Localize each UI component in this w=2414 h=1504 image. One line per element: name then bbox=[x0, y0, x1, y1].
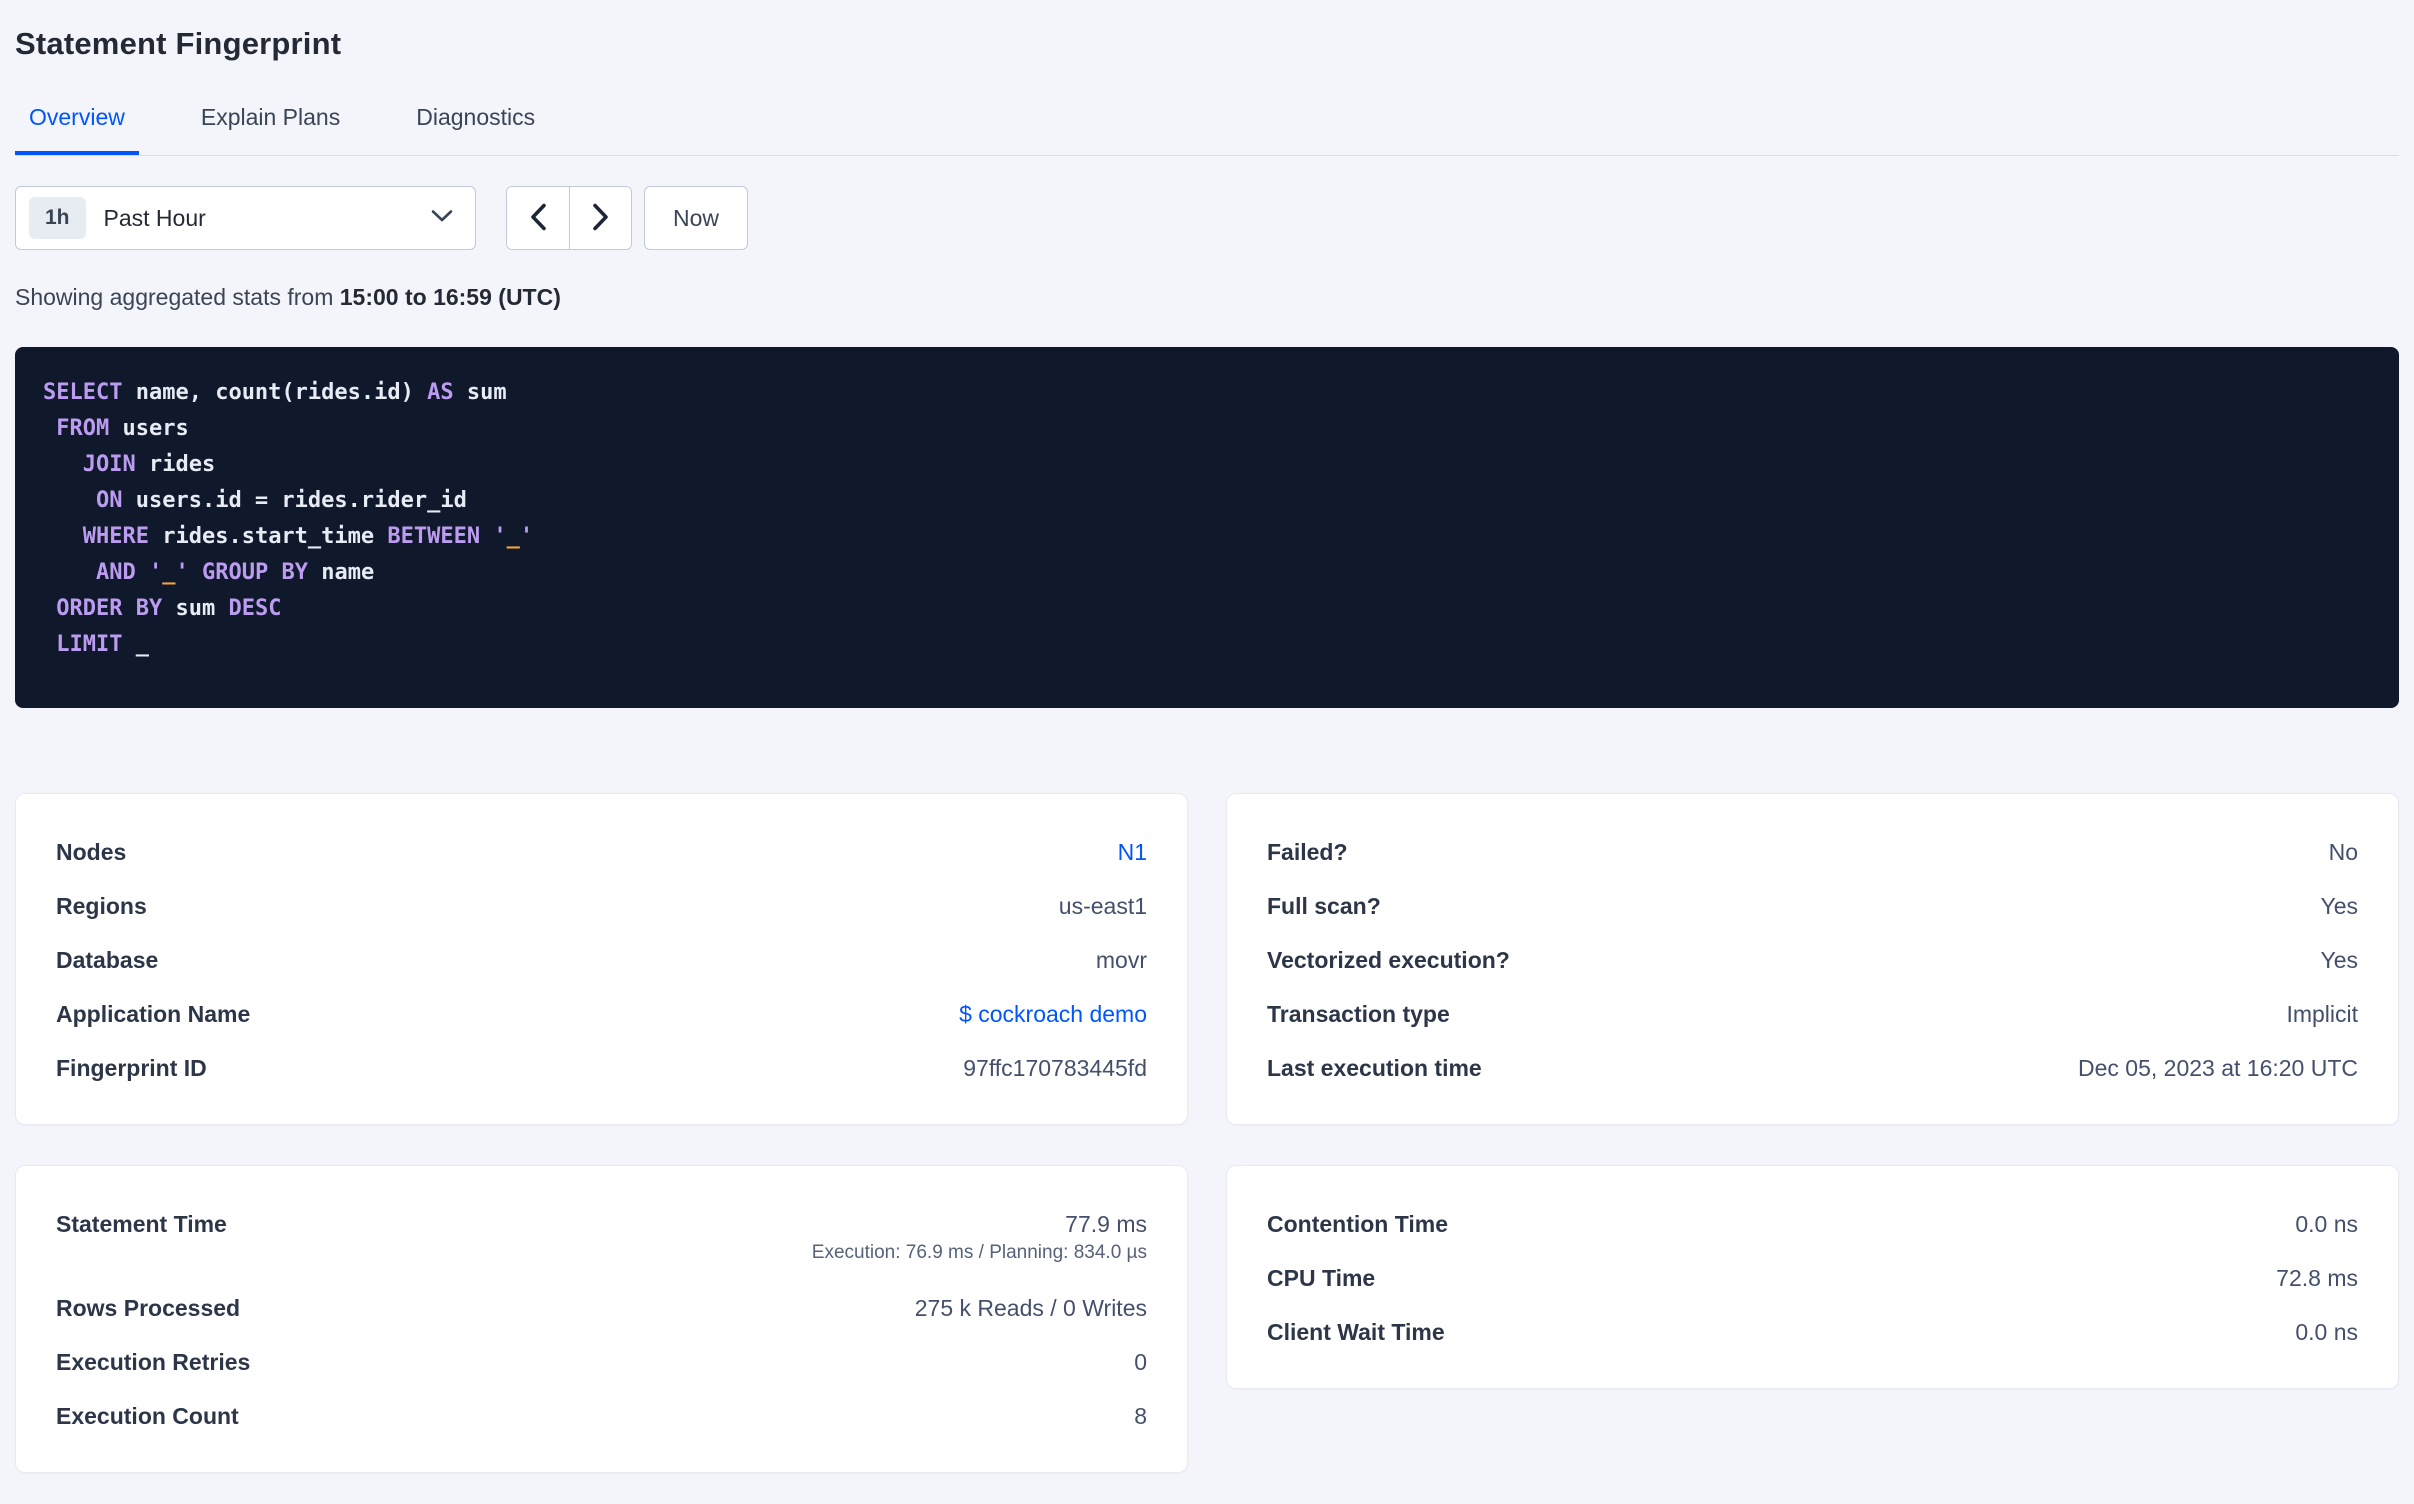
sql-line: WHERE rides.start_time BETWEEN '_' bbox=[82, 524, 534, 549]
row-value: 72.8 ms bbox=[2276, 1265, 2358, 1291]
row-value: 0.0 ns bbox=[2295, 1211, 2358, 1237]
now-button[interactable]: Now bbox=[644, 186, 749, 250]
time-range-select[interactable]: 1h Past Hour bbox=[15, 186, 476, 250]
timing-card-left: Statement Time 77.9 ms Execution: 76.9 ms … bbox=[15, 1165, 1188, 1473]
row-label: Vectorized execution? bbox=[1267, 947, 1510, 973]
row-label: Last execution time bbox=[1267, 1055, 1482, 1081]
card-row: Last execution time Dec 05, 2023 at 16:20… bbox=[1267, 1054, 2358, 1082]
row-value: Implicit bbox=[2286, 1001, 2358, 1027]
aggregated-stats-caption: Showing aggregated stats from 15:00 to 1… bbox=[15, 284, 2399, 311]
card-row: Full scan? Yes bbox=[1267, 892, 2358, 920]
row-value: No bbox=[2328, 839, 2358, 865]
card-row: Execution Count 8 bbox=[56, 1402, 1147, 1430]
page-title: Statement Fingerprint bbox=[15, 26, 342, 61]
sql-line: SELECT name, count(rides.id) AS sum bbox=[43, 380, 507, 405]
sql-line: LIMIT _ bbox=[56, 632, 149, 657]
row-value: 97ffc170783445fd bbox=[963, 1055, 1147, 1081]
overview-card-right: Failed? No Full scan? Yes Vectorized executi… bbox=[1226, 793, 2399, 1125]
row-label: Rows Processed bbox=[56, 1295, 241, 1321]
sql-code: SELECT name, count(rides.id) AS sum FROM… bbox=[43, 375, 2369, 663]
row-label: Nodes bbox=[56, 839, 127, 865]
tab-diagnostics[interactable]: Diagnostics bbox=[402, 98, 549, 155]
row-value: movr bbox=[1095, 947, 1147, 973]
sql-line: AND '_' GROUP BY name bbox=[95, 560, 375, 585]
time-step-buttons bbox=[506, 186, 632, 250]
row-label: Full scan? bbox=[1267, 893, 1381, 919]
row-label: Transaction type bbox=[1267, 1001, 1450, 1027]
sql-line: ORDER BY sum DESC bbox=[56, 596, 282, 621]
card-row: Execution Retries 0 bbox=[56, 1348, 1147, 1376]
row-value: 77.9 ms Execution: 76.9 ms / Planning: 83… bbox=[812, 1210, 1147, 1268]
row-value: Yes bbox=[2320, 893, 2358, 919]
tab-explain-plans[interactable]: Explain Plans bbox=[187, 98, 354, 155]
row-label: Client Wait Time bbox=[1267, 1319, 1445, 1345]
row-value: Dec 05, 2023 at 16:20 UTC bbox=[2078, 1055, 2358, 1081]
row-value-link[interactable]: $ cockroach demo bbox=[959, 1000, 1147, 1028]
card-row: Contention Time 0.0 ns bbox=[1267, 1210, 2358, 1238]
next-time-button[interactable] bbox=[569, 187, 631, 249]
card-row: Statement Time 77.9 ms Execution: 76.9 ms … bbox=[56, 1210, 1147, 1268]
row-value-link[interactable]: N1 bbox=[1118, 838, 1147, 866]
row-value: us-east1 bbox=[1058, 893, 1147, 919]
row-label: Database bbox=[56, 947, 159, 973]
card-row: Fingerprint ID 97ffc170783445fd bbox=[56, 1054, 1147, 1082]
tab-overview[interactable]: Overview bbox=[15, 98, 139, 155]
sql-line: FROM users bbox=[56, 416, 189, 441]
row-value: 0 bbox=[1134, 1349, 1147, 1375]
card-row: Regions us-east1 bbox=[56, 892, 1147, 920]
time-range-badge: 1h bbox=[29, 197, 86, 239]
caption-time-range: 15:00 to 16:59 (UTC) bbox=[339, 284, 561, 310]
chevron-left-icon bbox=[529, 203, 547, 234]
card-row: Nodes N1 bbox=[56, 838, 1147, 866]
card-row: Rows Processed 275 k Reads / 0 Writes bbox=[56, 1294, 1147, 1322]
chevron-down-icon bbox=[431, 209, 453, 228]
tab-bar: Overview Explain Plans Diagnostics bbox=[15, 98, 2399, 156]
row-label: Fingerprint ID bbox=[56, 1055, 207, 1081]
row-label: Execution Retries bbox=[56, 1349, 251, 1375]
row-label: Failed? bbox=[1267, 839, 1348, 865]
time-toolbar: 1h Past Hour Now bbox=[15, 186, 2399, 250]
card-row: Database movr bbox=[56, 946, 1147, 974]
sql-statement-box: SELECT name, count(rides.id) AS sum FROM… bbox=[15, 347, 2399, 708]
row-label: Regions bbox=[56, 893, 147, 919]
card-row: Failed? No bbox=[1267, 838, 2358, 866]
row-label: Execution Count bbox=[56, 1403, 239, 1429]
row-label: Statement Time bbox=[56, 1211, 227, 1237]
row-value: Yes bbox=[2320, 947, 2358, 973]
row-label: CPU Time bbox=[1267, 1265, 1376, 1291]
time-range-label: Past Hour bbox=[103, 204, 206, 231]
row-value: 8 bbox=[1134, 1403, 1147, 1429]
card-row: CPU Time 72.8 ms bbox=[1267, 1264, 2358, 1292]
timing-card-right: Contention Time 0.0 ns CPU Time 72.8 ms Clie… bbox=[1226, 1165, 2399, 1389]
row-value: 275 k Reads / 0 Writes bbox=[914, 1295, 1147, 1321]
card-row: Vectorized execution? Yes bbox=[1267, 946, 2358, 974]
card-row: Client Wait Time 0.0 ns bbox=[1267, 1318, 2358, 1346]
summary-cards: Nodes N1 Regions us-east1 Database movr Applic… bbox=[15, 793, 2399, 1473]
overview-card-left: Nodes N1 Regions us-east1 Database movr Applic… bbox=[15, 793, 1188, 1125]
row-label: Contention Time bbox=[1267, 1211, 1449, 1237]
row-label: Application Name bbox=[56, 1001, 251, 1027]
statement-fingerprint-page: Statement Fingerprint Overview Explain P… bbox=[0, 26, 2414, 1473]
card-row: Application Name $ cockroach demo bbox=[56, 1000, 1147, 1028]
sql-line: ON users.id = rides.rider_id bbox=[95, 488, 467, 513]
row-value-caption: Execution: 76.9 ms / Planning: 834.0 µs bbox=[811, 1242, 1147, 1263]
chevron-right-icon bbox=[592, 203, 610, 234]
previous-time-button[interactable] bbox=[507, 187, 569, 249]
card-row: Transaction type Implicit bbox=[1267, 1000, 2358, 1028]
sql-line: JOIN rides bbox=[82, 452, 216, 477]
caption-prefix: Showing aggregated stats from bbox=[15, 284, 340, 310]
row-value: 0.0 ns bbox=[2295, 1319, 2358, 1345]
